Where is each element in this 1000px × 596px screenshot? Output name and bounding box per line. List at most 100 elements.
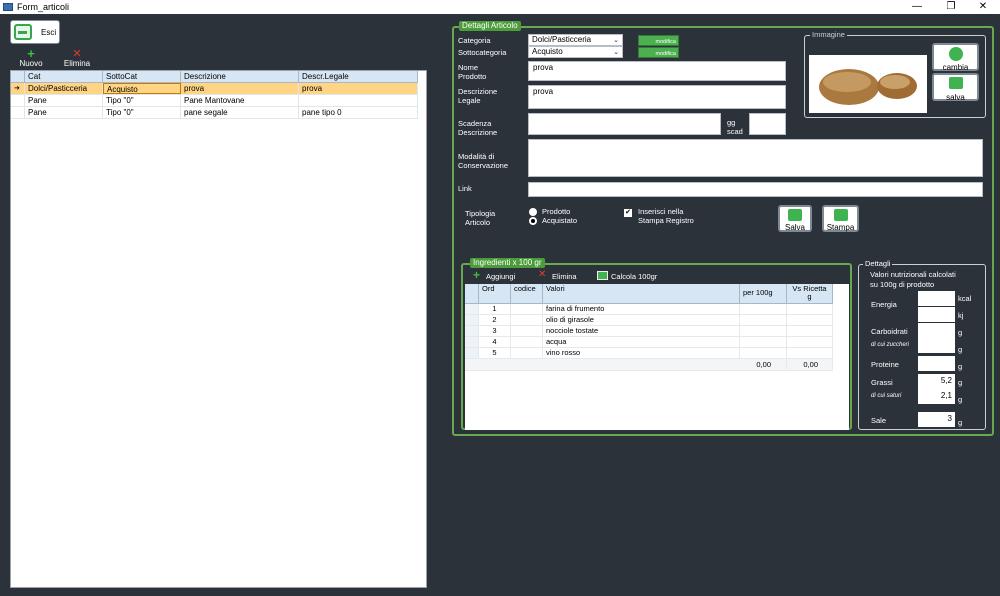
radio-acquistato[interactable]	[529, 217, 537, 225]
subtitle-line-2: su 100g di prodotto	[870, 280, 935, 289]
chevron-down-icon: ⌄	[613, 37, 619, 44]
modifica-sottocategoria-button[interactable]: modifica	[638, 47, 679, 58]
scadenza-input[interactable]	[528, 113, 721, 135]
table-row[interactable]: Pane Tipo "0" Pane Mantovane	[11, 95, 418, 107]
table-cell[interactable]: 1	[479, 304, 511, 314]
elimina-button[interactable]: ✕ Elimina	[60, 49, 94, 69]
table-cell[interactable]: pane tipo 0	[299, 107, 418, 118]
table-cell[interactable]	[787, 304, 833, 314]
salva-immagine-button[interactable]: salva	[932, 73, 979, 102]
nome-label-line-1: Nome	[458, 63, 479, 72]
table-cell[interactable]: Pane	[25, 95, 103, 106]
table-cell[interactable]: nocciole tostate	[543, 326, 740, 336]
sale-field[interactable]: 3	[918, 412, 955, 427]
categoria-select[interactable]: Dolci/Pasticceria ⌄	[528, 34, 623, 46]
saturi-field[interactable]: 2,1	[918, 389, 955, 404]
column-header-per100g[interactable]: per 100g	[740, 284, 787, 304]
calcola-button[interactable]: Calcola 100gr	[611, 272, 657, 281]
column-header-sottocat[interactable]: SottoCat	[103, 71, 181, 83]
gg-label-line-1: gg	[727, 118, 736, 127]
column-header-ord[interactable]: Ord	[479, 284, 511, 304]
table-row[interactable]: 1 farina di frumento	[465, 304, 833, 315]
table-cell[interactable]	[787, 337, 833, 347]
proteine-field[interactable]	[918, 356, 955, 371]
radio-prodotto[interactable]	[529, 208, 537, 216]
nome-prodotto-label: Nome Prodotto	[458, 63, 486, 81]
table-cell[interactable]	[511, 348, 543, 358]
nuovo-button[interactable]: + Nuovo	[14, 47, 48, 68]
table-row[interactable]: 3 nocciole tostate	[465, 326, 833, 337]
table-cell[interactable]: Dolci/Pasticceria	[25, 83, 103, 94]
product-image	[809, 55, 927, 113]
descrizione-legale-input[interactable]: prova	[528, 85, 786, 109]
table-cell[interactable]	[740, 315, 787, 325]
table-cell[interactable]: Tipo "0"	[103, 95, 181, 106]
table-cell[interactable]	[740, 337, 787, 347]
calculator-icon	[597, 271, 608, 280]
table-cell[interactable]: olio di girasole	[543, 315, 740, 325]
close-button[interactable]: ✕	[968, 0, 998, 14]
table-cell[interactable]	[787, 315, 833, 325]
table-cell[interactable]: prova	[299, 83, 418, 94]
link-input[interactable]	[528, 182, 983, 197]
energia-kj-field[interactable]	[918, 307, 955, 322]
carboidrati-field[interactable]	[918, 323, 955, 338]
cambia-immagine-button[interactable]: cambia	[932, 43, 979, 72]
nome-prodotto-input[interactable]: prova	[528, 61, 786, 81]
table-cell[interactable]: prova	[181, 83, 299, 94]
table-cell[interactable]	[511, 337, 543, 347]
print-icon	[833, 209, 848, 221]
table-cell[interactable]: Acquisto	[103, 83, 181, 94]
g-unit: g	[958, 378, 963, 387]
table-cell[interactable]: vino rosso	[543, 348, 740, 358]
table-cell[interactable]: pane segale	[181, 107, 299, 118]
table-cell[interactable]	[740, 348, 787, 358]
table-cell[interactable]: farina di frumento	[543, 304, 740, 314]
stampa-button[interactable]: Stampa	[822, 205, 859, 232]
table-row[interactable]: ➔ Dolci/Pasticceria Acquisto prova prova	[11, 83, 418, 95]
table-row[interactable]: 5 vino rosso	[465, 348, 833, 359]
modalita-conservazione-input[interactable]	[528, 139, 983, 177]
table-row[interactable]: 2 olio di girasole	[465, 315, 833, 326]
table-cell[interactable]: Pane	[25, 107, 103, 118]
elimina-ingrediente-button[interactable]: Elimina	[552, 272, 577, 281]
table-cell[interactable]	[299, 95, 418, 106]
esci-button[interactable]: Esci	[10, 20, 60, 44]
minimize-button[interactable]: —	[902, 0, 932, 14]
table-cell[interactable]: 3	[479, 326, 511, 336]
modalita-label-line-2: Conservazione	[458, 161, 509, 170]
table-row[interactable]: Pane Tipo "0" pane segale pane tipo 0	[11, 107, 418, 119]
sottocategoria-select[interactable]: Acquisto ⌄	[528, 46, 623, 58]
column-header-vs-ricetta[interactable]: Vs Ricetta g	[787, 284, 833, 304]
column-header-cat[interactable]: Cat	[25, 71, 103, 83]
aggiungi-button[interactable]: Aggiungi	[486, 272, 515, 281]
zuccheri-field[interactable]	[918, 338, 955, 353]
table-cell[interactable]	[511, 304, 543, 314]
stampa-registro-checkbox[interactable]: ✔	[624, 209, 632, 217]
table-cell[interactable]	[511, 315, 543, 325]
restore-button[interactable]: ❐	[936, 0, 966, 14]
table-cell[interactable]	[740, 304, 787, 314]
table-cell[interactable]	[740, 326, 787, 336]
salva-articolo-button[interactable]: Salva	[778, 205, 812, 232]
table-row[interactable]: 4 acqua	[465, 337, 833, 348]
table-cell[interactable]: Tipo "0"	[103, 107, 181, 118]
table-cell[interactable]	[787, 326, 833, 336]
row-header-column	[465, 284, 479, 304]
table-cell[interactable]: 5	[479, 348, 511, 358]
table-cell[interactable]: 2	[479, 315, 511, 325]
grassi-field[interactable]: 5,2	[918, 374, 955, 389]
modifica-categoria-button[interactable]: modifica	[638, 35, 679, 46]
gg-scad-input[interactable]	[749, 113, 786, 135]
column-header-valori[interactable]: Valori	[543, 284, 740, 304]
table-cell[interactable]: acqua	[543, 337, 740, 347]
column-header-descr-legale[interactable]: Descr.Legale	[299, 71, 418, 83]
table-cell[interactable]	[511, 326, 543, 336]
column-header-codice[interactable]: codice	[511, 284, 543, 304]
table-cell[interactable]: Pane Mantovane	[181, 95, 299, 106]
column-header-descrizione[interactable]: Descrizione	[181, 71, 299, 83]
energia-kcal-field[interactable]	[918, 291, 955, 306]
table-cell[interactable]	[787, 348, 833, 358]
table-cell[interactable]: 4	[479, 337, 511, 347]
tipologia-label-line-2: Articolo	[465, 218, 491, 227]
